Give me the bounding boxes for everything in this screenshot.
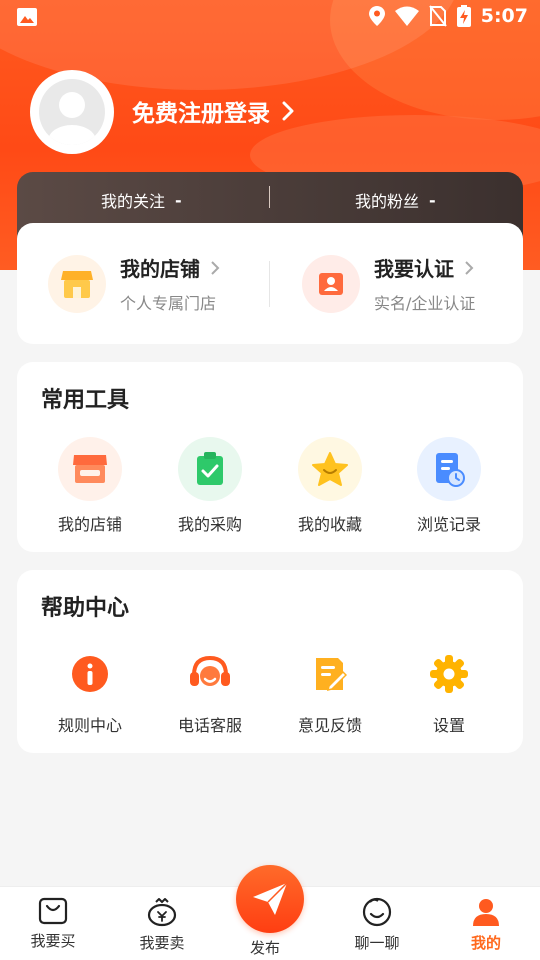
battery-charging-icon xyxy=(456,5,471,27)
help-section-title: 帮助中心 xyxy=(41,596,130,621)
headset-icon xyxy=(190,655,230,686)
shop-icon xyxy=(61,270,93,298)
common-tools-card: 常用工具 我的店铺 我的采购 我的收藏 浏览记录 xyxy=(17,362,523,552)
tool-my-favorites-label: 我的收藏 xyxy=(297,515,362,534)
store-verify-card: 我的店铺 个人专属门店 我要认证 实名/企业认证 xyxy=(17,223,523,344)
chevron-right-icon xyxy=(211,260,220,275)
publish-button[interactable] xyxy=(236,865,304,933)
paper-plane-icon xyxy=(253,882,288,915)
store-card-divider xyxy=(269,261,270,307)
status-bar: 5:07 xyxy=(0,0,540,36)
wifi-icon xyxy=(394,6,419,26)
history-icon xyxy=(436,453,465,487)
tab-chat-label: 聊一聊 xyxy=(354,934,400,952)
register-login-text: 免费注册登录 xyxy=(132,101,270,127)
user-profile-icon xyxy=(473,899,499,926)
followers-count: - xyxy=(429,190,436,210)
tab-buy[interactable]: 我要买 xyxy=(8,897,98,951)
tab-buy-label: 我要买 xyxy=(30,932,76,950)
tab-mine-label: 我的 xyxy=(470,934,501,952)
verify-subtitle: 实名/企业认证 xyxy=(374,294,476,313)
tool-my-purchase[interactable]: 我的采购 xyxy=(150,437,270,535)
my-store-title: 我的店铺 xyxy=(120,257,200,281)
my-store-subtitle: 个人专属门店 xyxy=(120,294,217,313)
tool-my-store-label: 我的店铺 xyxy=(57,515,122,534)
location-icon xyxy=(368,6,385,26)
my-store-entry[interactable]: 我的店铺 个人专属门店 xyxy=(48,253,220,314)
tool-browse-history[interactable]: 浏览记录 xyxy=(389,437,509,535)
image-notification-icon xyxy=(17,8,37,26)
following-count: - xyxy=(175,190,182,210)
tab-chat[interactable]: 聊一聊 xyxy=(332,897,422,953)
help-feedback[interactable]: 意见反馈 xyxy=(270,646,390,736)
publish-label: 发布 xyxy=(250,939,281,957)
help-phone-service-label: 电话客服 xyxy=(177,716,242,735)
help-center-card: 帮助中心 规则中心 电话客服 意见反馈 设置 xyxy=(17,570,523,753)
shop-icon xyxy=(73,455,107,483)
followers-label: 我的粉丝 xyxy=(355,192,420,211)
following-label: 我的关注 xyxy=(101,192,166,211)
star-icon xyxy=(312,452,348,486)
purchase-clipboard-icon xyxy=(197,452,223,485)
tab-mine[interactable]: 我的 xyxy=(441,897,531,953)
tool-my-store[interactable]: 我的店铺 xyxy=(30,437,150,535)
help-rules-center-label: 规则中心 xyxy=(57,716,122,735)
verify-icon-circle xyxy=(302,254,360,313)
info-icon xyxy=(72,656,108,692)
help-settings-label: 设置 xyxy=(432,716,465,735)
money-bag-icon xyxy=(147,898,177,927)
register-login-link[interactable]: 免费注册登录 xyxy=(132,94,296,128)
store-icon-circle xyxy=(48,254,106,313)
smile-chat-icon xyxy=(362,897,392,927)
shopping-bag-icon xyxy=(38,897,68,925)
my-followers[interactable]: 我的粉丝 - xyxy=(355,188,436,212)
help-rules-center[interactable]: 规则中心 xyxy=(30,646,150,736)
verify-title: 我要认证 xyxy=(374,257,454,281)
chevron-right-icon xyxy=(282,101,294,121)
feedback-icon xyxy=(316,658,347,692)
tool-browse-history-label: 浏览记录 xyxy=(416,515,481,534)
follow-divider xyxy=(269,186,270,208)
avatar[interactable] xyxy=(30,70,114,154)
tab-sell-label: 我要卖 xyxy=(139,934,185,952)
chevron-right-icon xyxy=(465,260,474,275)
verify-entry[interactable]: 我要认证 实名/企业认证 xyxy=(302,253,475,314)
default-user-icon xyxy=(48,92,96,145)
clock-time: 5:07 xyxy=(480,5,528,27)
tool-my-favorites[interactable]: 我的收藏 xyxy=(270,437,390,535)
no-sim-icon xyxy=(428,5,447,27)
my-following[interactable]: 我的关注 - xyxy=(101,188,182,212)
tools-section-title: 常用工具 xyxy=(41,388,130,413)
gear-icon xyxy=(430,655,468,693)
help-settings[interactable]: 设置 xyxy=(389,646,509,736)
tab-sell[interactable]: 我要卖 xyxy=(117,897,207,953)
help-phone-service[interactable]: 电话客服 xyxy=(150,646,270,736)
tool-my-purchase-label: 我的采购 xyxy=(177,515,242,534)
id-card-icon xyxy=(319,272,343,295)
help-feedback-label: 意见反馈 xyxy=(297,716,362,735)
